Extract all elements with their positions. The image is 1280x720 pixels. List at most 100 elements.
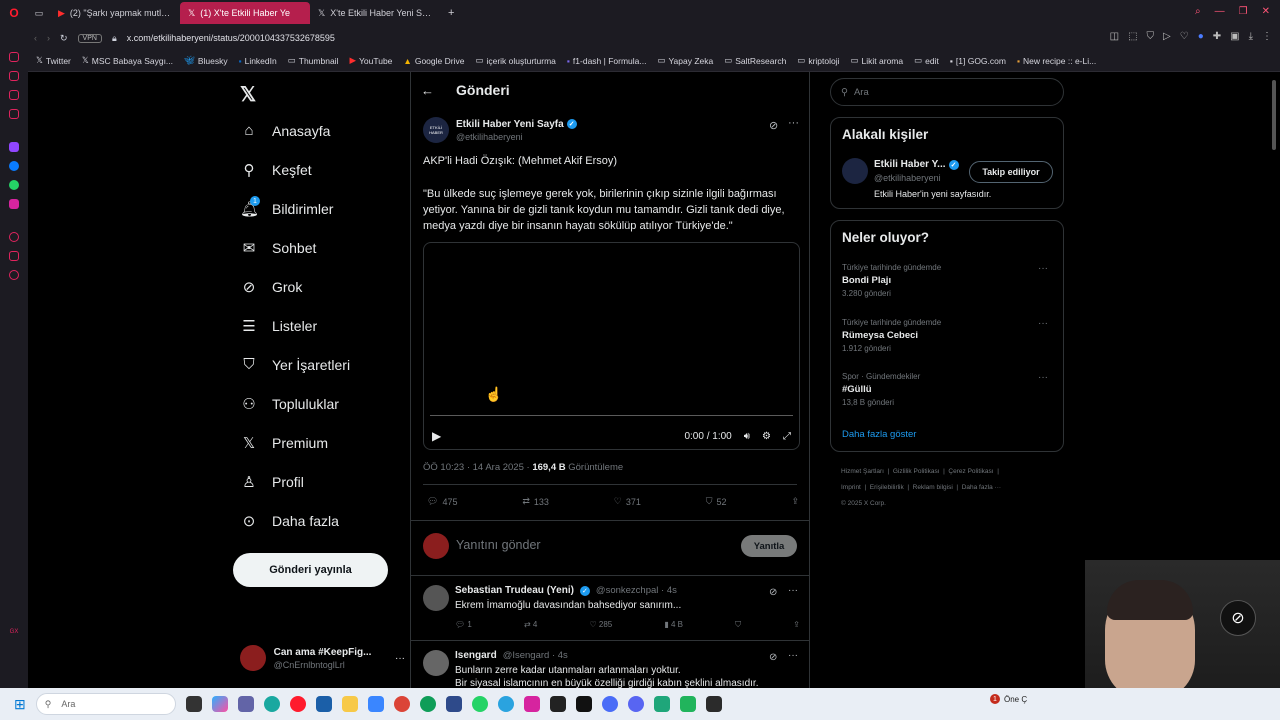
footer-link[interactable]: Daha fazla ··· — [962, 484, 1001, 491]
bookmark-f1dash[interactable]: ▪ f1-dash | Formula... — [567, 56, 647, 66]
menu-icon[interactable]: ⋮ — [1262, 31, 1272, 42]
close-icon[interactable]: ✕ — [1262, 6, 1270, 17]
bookmark-icerik[interactable]: ▭ içerik oluşturturma — [475, 55, 555, 66]
teams-icon[interactable] — [237, 696, 254, 712]
nav-item-communities[interactable]: ⚇ Topluluklar — [240, 395, 339, 413]
tab-x-second[interactable]: 𝕏 X'te Etkili Haber Yeni Sayfa — [310, 2, 440, 24]
bookmark-edit[interactable]: ▭ edit — [914, 55, 939, 66]
scrollbar[interactable] — [1272, 80, 1276, 150]
related-name-row[interactable]: Etkili Haber Y... ✓ — [874, 159, 959, 170]
more-options-icon[interactable]: ··· — [1038, 372, 1048, 383]
video-progress-bar[interactable] — [430, 415, 793, 416]
nav-item-bookmarks[interactable]: ⛉ Yer İşaretleri — [240, 356, 350, 373]
reload-icon[interactable]: ↻ — [60, 33, 68, 44]
nav-item-more[interactable]: ⊙ Daha fazla — [240, 512, 339, 530]
tab-x-active[interactable]: 𝕏 (1) X'te Etkili Haber Ye — [180, 2, 310, 24]
more-options-icon[interactable]: ··· — [1038, 318, 1048, 329]
clock-icon[interactable] — [9, 270, 19, 280]
camera-icon[interactable]: ◫ — [1110, 31, 1119, 42]
nav-item-lists[interactable]: ☰ Listeler — [240, 317, 317, 335]
vpn-badge[interactable]: VPN — [77, 33, 102, 43]
bookmark-action[interactable]: ⛉ 52 — [706, 496, 727, 507]
footer-link[interactable]: Gizlilik Politikası — [893, 468, 940, 475]
bookmark-msc[interactable]: 𝕏 MSC Babaya Saygı... — [82, 55, 173, 66]
url-field[interactable]: x.com/etkilihaberyeni/status/20001043375… — [127, 33, 335, 43]
epic-games-icon[interactable] — [549, 696, 566, 712]
nav-item-explore[interactable]: ⚲ Keşfet — [240, 161, 312, 179]
footer-link[interactable]: Reklam bilgisi — [913, 484, 953, 491]
copilot-icon[interactable] — [211, 696, 228, 712]
fullscreen-icon[interactable]: ⤢ — [783, 431, 791, 442]
show-more-link[interactable]: Daha fazla göster — [842, 429, 916, 440]
whatsapp-icon[interactable] — [9, 180, 19, 190]
bookmark-youtube[interactable]: ▶ YouTube — [349, 55, 392, 66]
views-action[interactable]: ▮ 4 B — [664, 620, 683, 630]
file-explorer-icon[interactable] — [341, 696, 358, 712]
bookmark-twitter[interactable]: 𝕏 Twitter — [36, 55, 71, 66]
list-item[interactable]: Isengard @Isengard · 4s Bunların zerre k… — [411, 642, 809, 689]
related-avatar[interactable] — [842, 158, 868, 184]
more-options-icon[interactable]: ··· — [1038, 263, 1048, 274]
nav-item-premium[interactable]: 𝕏 Premium — [240, 434, 328, 452]
download-icon[interactable]: ⤓ — [1249, 31, 1253, 42]
task-view-icon[interactable] — [185, 696, 202, 712]
nav-item-home[interactable]: ⌂ Anasayfa — [240, 122, 330, 139]
gx-icon[interactable]: GX — [10, 629, 19, 635]
messenger-icon[interactable] — [9, 161, 19, 171]
follow-button[interactable]: Takip ediliyor — [969, 161, 1053, 183]
bookmark-icon[interactable]: ⛉ — [735, 620, 741, 630]
app-blue-icon[interactable] — [601, 696, 618, 712]
play-icon[interactable]: ▶ — [432, 429, 441, 443]
tab-workspace-icon[interactable]: ▭ — [28, 8, 50, 19]
heart-icon[interactable]: ♡ — [1180, 31, 1189, 42]
bookmark-thumbnail[interactable]: ▭ Thumbnail — [288, 55, 339, 66]
bookmark-google-drive[interactable]: ▲ Google Drive — [403, 56, 464, 66]
bookmark-kriptoloji[interactable]: ▭ kriptoloji — [797, 55, 839, 66]
puzzle-icon[interactable]: ✚ — [1213, 31, 1221, 42]
forward-icon[interactable]: › — [47, 33, 50, 43]
snapshot-icon[interactable]: ⬚ — [1128, 31, 1137, 42]
reply-input[interactable]: Yanıtını gönder — [456, 538, 541, 552]
grok-post-icon[interactable]: ⊘ — [769, 587, 777, 598]
discord-icon[interactable] — [627, 696, 644, 712]
chrome-icon[interactable] — [393, 696, 410, 712]
volume-icon[interactable]: 🔊︎ — [744, 431, 750, 442]
share-action[interactable]: ⇪ — [791, 496, 799, 507]
reply-action[interactable]: 💬︎ 475 — [427, 496, 457, 507]
bookmark-gog[interactable]: ▪ [1] GOG.com — [950, 56, 1006, 66]
nav-item-notifications[interactable]: 🔔︎ 1 Bildirimler — [240, 196, 333, 218]
grok-post-icon[interactable]: ⊘ — [769, 652, 777, 663]
nav-item-profile[interactable]: ♙ Profil — [240, 473, 304, 491]
telegram-icon[interactable] — [497, 696, 514, 712]
windows-start-icon[interactable]: ⊞ — [14, 696, 26, 713]
app-green-icon[interactable] — [679, 696, 696, 712]
extension-icon[interactable]: ● — [1198, 31, 1204, 42]
grok-floating-icon[interactable]: ⊘ — [1220, 600, 1256, 636]
cube-icon[interactable]: ▣ — [1230, 31, 1239, 42]
more-options-icon[interactable]: ··· — [788, 117, 799, 129]
maximize-icon[interactable]: ❐ — [1239, 6, 1248, 17]
taskbar-search[interactable]: ⚲ Ara — [35, 693, 176, 715]
nav-item-grok[interactable]: ⊘ Grok — [240, 278, 303, 296]
trend-item[interactable]: Spor · Gündemdekiler #Güllü 13,8 B gönde… — [842, 372, 1054, 407]
taskbar-notification[interactable]: 1 Öne Ç — [990, 694, 1027, 704]
download-sidebar-icon[interactable] — [9, 251, 19, 261]
mail-icon[interactable] — [9, 109, 19, 119]
gear-icon[interactable]: ⚙ — [762, 431, 771, 442]
account-switcher[interactable]: Can ama #KeepFig... @CnErnlbntoglLrl ··· — [240, 643, 405, 673]
trend-item[interactable]: Türkiye tarihinde gündemde Rümeysa Cebec… — [842, 318, 1054, 353]
back-icon[interactable]: ‹ — [34, 33, 37, 43]
nav-item-chat[interactable]: ✉ Sohbet — [240, 239, 317, 257]
bookmark-yapay-zeka[interactable]: ▭ Yapay Zeka — [657, 55, 713, 66]
list-item[interactable]: Sebastian Trudeau (Yeni) ✓ @sonkezchpal … — [411, 577, 809, 641]
reply-button[interactable]: Yanıtla — [741, 535, 797, 557]
netflix-icon[interactable] — [575, 696, 592, 712]
video-player[interactable]: ▶ 0:00 / 1:00 🔊︎ ⚙ ⤢ — [423, 242, 800, 450]
repost-action[interactable]: ⇄ 4 — [524, 620, 537, 630]
like-action[interactable]: ♡ 285 — [589, 620, 612, 630]
shield-icon[interactable]: ⛉ — [1147, 31, 1155, 42]
more-options-icon[interactable]: ··· — [788, 585, 798, 596]
bookmark-saltresearch[interactable]: ▭ SaltResearch — [724, 55, 786, 66]
bookmark-sidebar-icon[interactable] — [9, 90, 19, 100]
repost-action[interactable]: ⇄ 133 — [522, 496, 549, 507]
